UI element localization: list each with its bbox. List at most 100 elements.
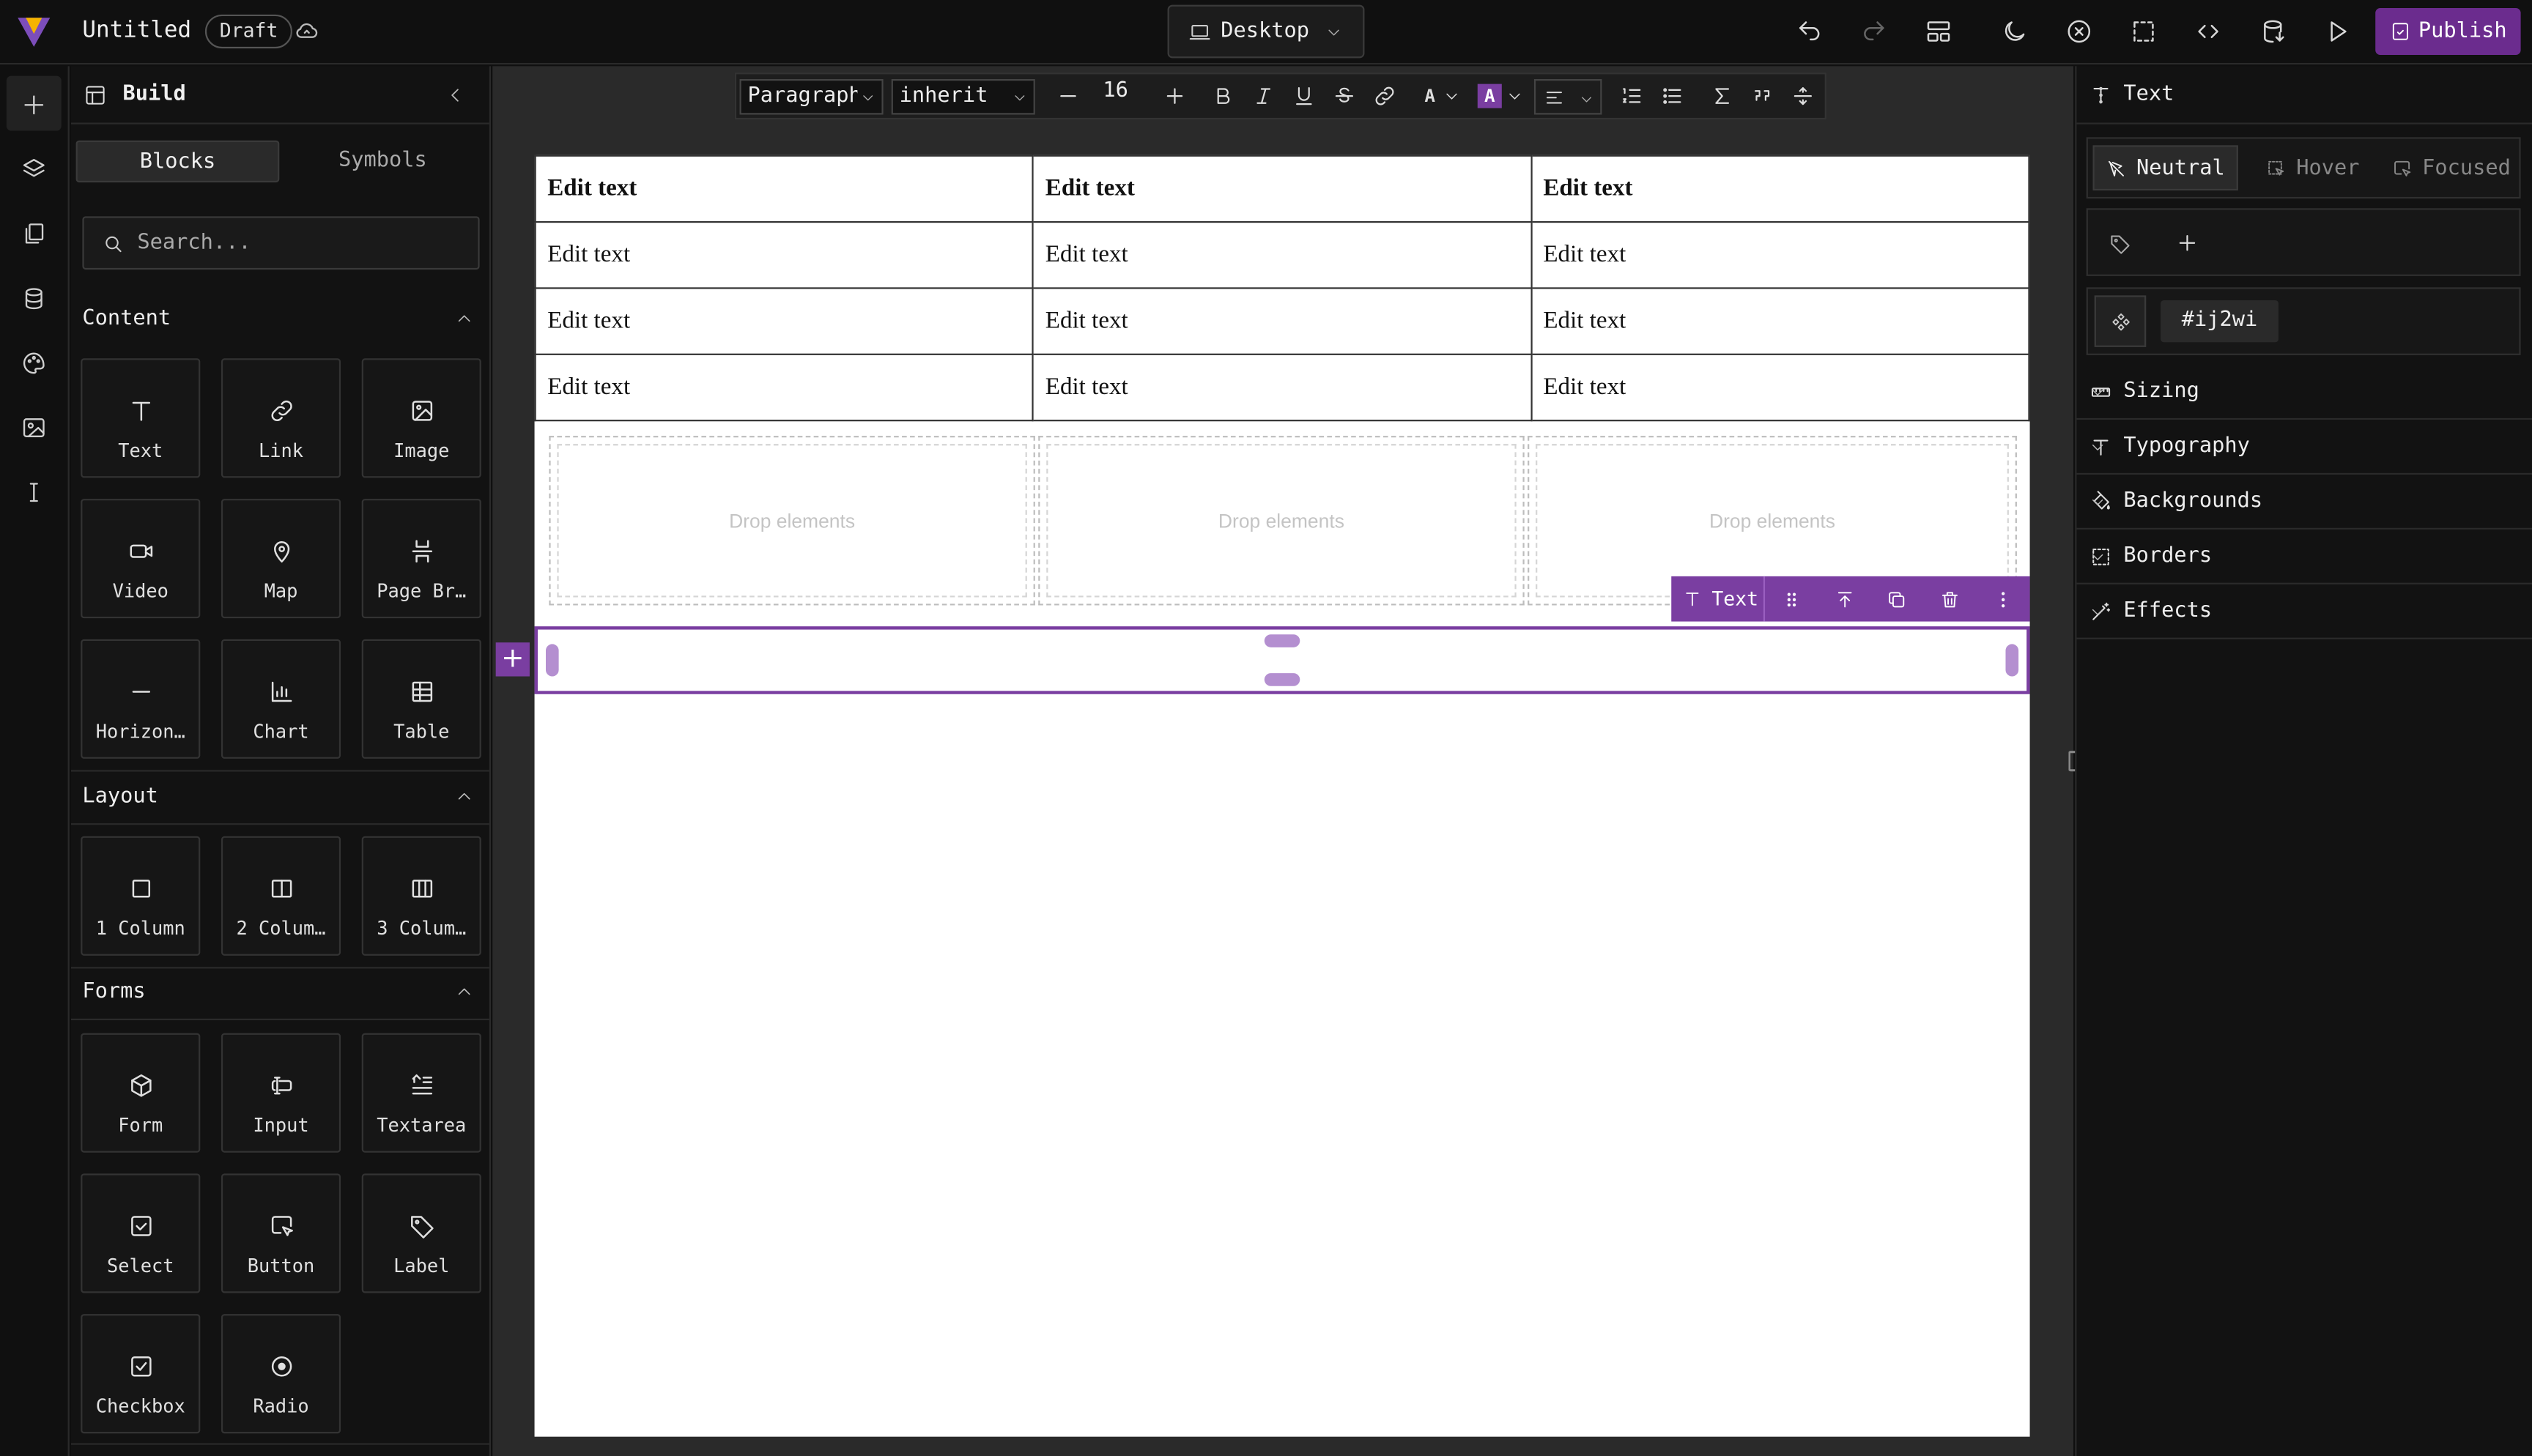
element-id-chip[interactable]: #ij2wi (2161, 300, 2279, 343)
quote-icon[interactable] (1750, 84, 1774, 108)
block-radio[interactable]: Radio (221, 1314, 341, 1434)
section-sizing[interactable]: Sizing (2076, 365, 2532, 420)
chevron-up-icon[interactable] (456, 983, 473, 1000)
delete-button[interactable] (1924, 576, 1977, 622)
code-icon[interactable] (2194, 18, 2221, 45)
sigma-icon[interactable] (1710, 84, 1734, 108)
block-3-columns[interactable]: 3 Colum… (361, 836, 481, 956)
block-format-select[interactable]: Paragraph (739, 79, 884, 115)
block-button[interactable]: Button (221, 1173, 341, 1293)
block-checkbox[interactable]: Checkbox (81, 1314, 201, 1434)
horizontal-rule-icon[interactable] (1791, 84, 1815, 108)
bullet-list-icon[interactable] (1660, 84, 1684, 108)
block-table[interactable]: Table (361, 639, 481, 759)
column-cell[interactable]: Drop elements (549, 436, 1035, 606)
block-chart[interactable]: Chart (221, 639, 341, 759)
more-options-button[interactable] (1977, 576, 2029, 622)
section-title-content[interactable]: Content (82, 307, 171, 331)
table-cell[interactable]: Edit text (1530, 353, 2030, 422)
highlight-color-button[interactable]: A (1477, 83, 1502, 108)
state-focused[interactable]: Focused (2391, 145, 2511, 190)
selector-toggle[interactable] (2094, 295, 2147, 347)
chevron-left-icon[interactable] (445, 86, 464, 105)
state-neutral[interactable]: Neutral (2092, 145, 2238, 191)
font-size-value[interactable]: 16 (1103, 79, 1128, 103)
table-cell[interactable]: Edit text (534, 287, 1034, 355)
duplicate-button[interactable] (1870, 576, 1923, 622)
block-select[interactable]: Select (81, 1173, 201, 1293)
drag-handle[interactable] (1765, 576, 1818, 622)
block-form[interactable]: Form (81, 1033, 201, 1153)
search-input[interactable] (137, 218, 461, 268)
redo-icon[interactable] (1860, 18, 1887, 45)
resize-handle-right[interactable] (2005, 644, 2019, 677)
device-select[interactable]: Desktop (1167, 4, 1365, 59)
assets-icon[interactable] (21, 415, 47, 440)
add-icon[interactable] (21, 92, 47, 118)
outline-icon[interactable] (2130, 18, 2157, 45)
block-page-break[interactable]: Page Br… (361, 499, 481, 619)
state-hover[interactable]: Hover (2265, 145, 2360, 190)
block-map[interactable]: Map (221, 499, 341, 619)
add-element-button[interactable]: + (495, 642, 530, 677)
layout-icon[interactable] (1925, 18, 1952, 45)
block-text[interactable]: Text (81, 358, 201, 478)
block-video[interactable]: Video (81, 499, 201, 619)
palette-icon[interactable] (21, 350, 47, 376)
table-cell[interactable]: Edit text (534, 353, 1034, 422)
table-header-cell[interactable]: Edit text (1032, 155, 1532, 223)
underline-icon[interactable] (1292, 84, 1316, 108)
section-typography[interactable]: Typography (2076, 420, 2532, 475)
block-2-columns[interactable]: 2 Colum… (221, 836, 341, 956)
block-textarea[interactable]: Textarea (361, 1033, 481, 1153)
document-title[interactable]: Untitled (82, 18, 191, 43)
section-backgrounds[interactable]: Backgrounds (2076, 475, 2532, 530)
pages-icon[interactable] (21, 221, 47, 247)
undo-icon[interactable] (1796, 18, 1823, 45)
plus-icon[interactable] (1163, 84, 1187, 108)
bold-icon[interactable] (1211, 84, 1235, 108)
column-cell[interactable]: Drop elements (1038, 436, 1525, 606)
block-link[interactable]: Link (221, 358, 341, 478)
block-image[interactable]: Image (361, 358, 481, 478)
table-cell[interactable]: Edit text (1032, 220, 1532, 289)
section-title-layout[interactable]: Layout (82, 784, 158, 809)
table-cell[interactable]: Edit text (1530, 220, 2030, 289)
section-borders[interactable]: Borders (2076, 530, 2532, 584)
table-cell[interactable]: Edit text (1032, 353, 1532, 422)
logo[interactable] (15, 13, 53, 52)
text-cursor-icon[interactable] (21, 480, 47, 505)
resize-handle-left[interactable] (545, 644, 559, 677)
section-title-forms[interactable]: Forms (82, 980, 145, 1004)
more-vertical-icon[interactable] (2089, 84, 2112, 107)
chevron-down-icon[interactable] (1443, 84, 1459, 108)
dark-mode-icon[interactable] (2001, 18, 2028, 45)
clear-canvas-icon[interactable] (2065, 18, 2092, 45)
database-icon[interactable] (21, 286, 47, 311)
table-header-cell[interactable]: Edit text (1530, 155, 2030, 223)
table-cell[interactable]: Edit text (1032, 287, 1532, 355)
block-label[interactable]: Label (361, 1173, 481, 1293)
chevron-down-icon[interactable] (1506, 84, 1522, 108)
ordered-list-icon[interactable] (1620, 84, 1644, 108)
add-class-icon[interactable] (2175, 231, 2199, 255)
block-input[interactable]: Input (221, 1033, 341, 1153)
block-1-column[interactable]: 1 Column (81, 836, 201, 956)
selected-text-element[interactable] (534, 626, 2030, 694)
tab-blocks[interactable]: Blocks (75, 140, 280, 183)
link-icon[interactable] (1372, 84, 1396, 108)
minus-icon[interactable] (1056, 84, 1080, 108)
tab-symbols[interactable]: Symbols (281, 141, 485, 182)
drop-placeholder[interactable]: Drop elements (1536, 444, 2009, 598)
chevron-up-icon[interactable] (456, 310, 473, 327)
table-cell[interactable]: Edit text (534, 220, 1034, 289)
resize-handle-top[interactable] (1264, 634, 1300, 647)
block-horizontal-rule[interactable]: Horizon… (81, 639, 201, 759)
publish-button[interactable]: Publish (2375, 8, 2521, 55)
drop-placeholder[interactable]: Drop elements (1046, 444, 1517, 598)
chevron-up-icon[interactable] (456, 788, 473, 806)
italic-icon[interactable] (1251, 84, 1276, 108)
resize-handle-bottom[interactable] (1264, 673, 1300, 686)
table-cell[interactable]: Edit text (1530, 287, 2030, 355)
table-header-cell[interactable]: Edit text (534, 155, 1034, 223)
